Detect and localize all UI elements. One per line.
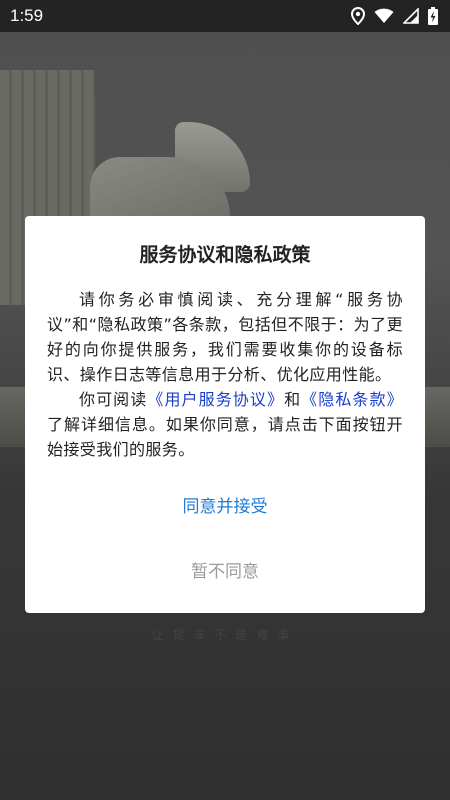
dialog-paragraph-2: 你可阅读《用户服务协议》和《隐私条款》了解详细信息。如果你同意，请点击下面按钮开… — [47, 387, 403, 462]
dialog-title: 服务协议和隐私政策 — [139, 244, 311, 266]
disagree-button[interactable]: 暂不同意 — [25, 557, 425, 587]
battery-charging-icon — [428, 7, 438, 25]
dialog-body: 请你务必审慎阅读、充分理解“服务协议”和“隐私政策”各条款，包括但不限于：为了更… — [47, 287, 403, 462]
para2-suffix: 了解详细信息。如果你同意，请点击下面按钮开始接受我们的服务。 — [47, 415, 403, 459]
wifi-icon — [374, 8, 394, 23]
privacy-dialog: 服务协议和隐私政策 请你务必审慎阅读、充分理解“服务协议”和“隐私政策”各条款，… — [25, 216, 425, 613]
status-bar: 1:59 — [0, 0, 450, 32]
status-time: 1:59 — [10, 6, 44, 25]
user-agreement-link[interactable]: 《用户服务协议》 — [147, 390, 284, 409]
status-icons — [351, 7, 438, 25]
para2-and: 和 — [284, 390, 302, 409]
agree-button[interactable]: 同意并接受 — [25, 492, 425, 522]
privacy-policy-link[interactable]: 《隐私条款》 — [301, 390, 403, 409]
location-icon — [351, 7, 365, 25]
para2-prefix: 你可阅读 — [79, 390, 148, 409]
signal-icon — [403, 8, 419, 24]
dialog-paragraph-1: 请你务必审慎阅读、充分理解“服务协议”和“隐私政策”各条款，包括但不限于：为了更… — [47, 290, 403, 384]
